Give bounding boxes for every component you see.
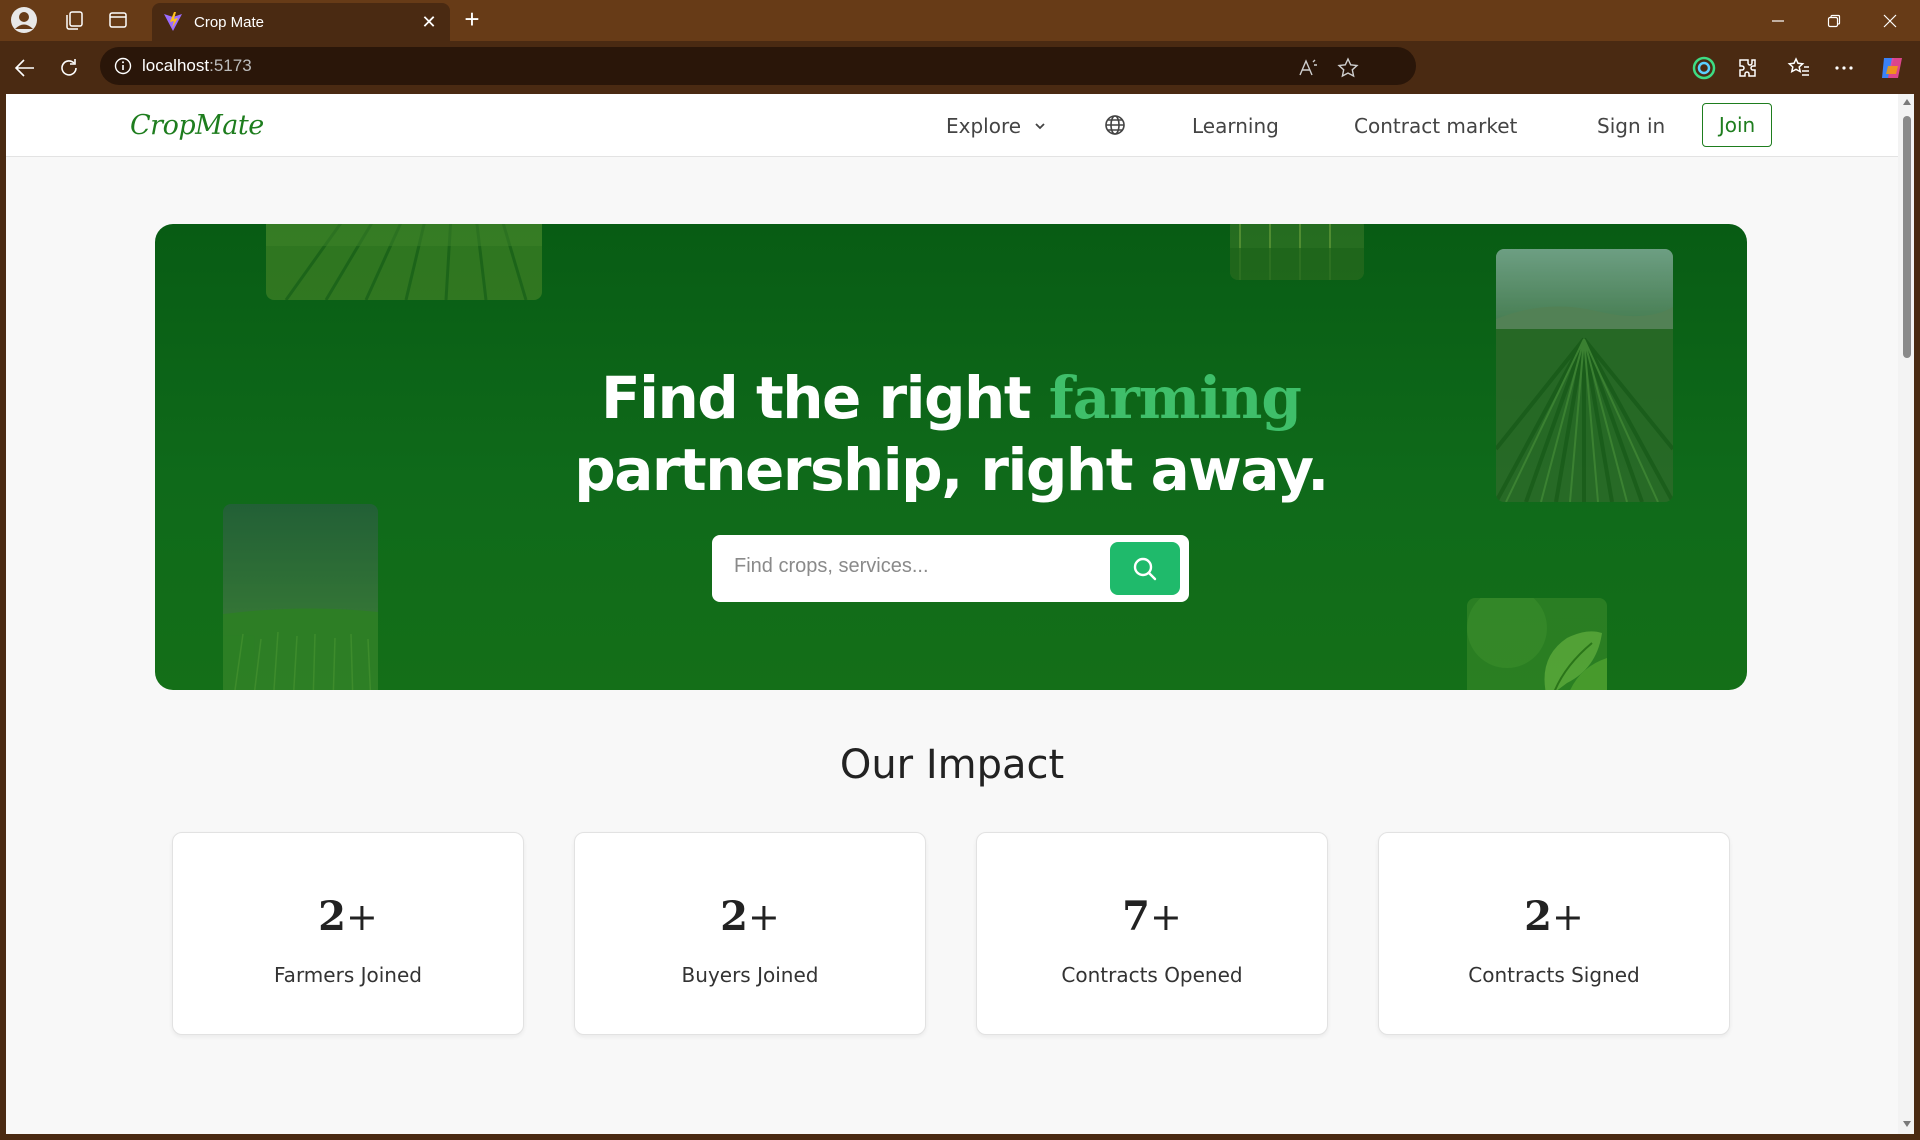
hero-leaf-image bbox=[1467, 598, 1607, 690]
minimize-icon[interactable] bbox=[1750, 0, 1806, 41]
extensions-puzzle-icon[interactable] bbox=[1734, 54, 1762, 82]
impact-heading: Our Impact bbox=[839, 742, 1065, 788]
new-tab-icon[interactable]: + bbox=[458, 6, 486, 34]
browser-toolbar: localhost:5173 bbox=[0, 41, 1920, 94]
vite-favicon-icon bbox=[164, 12, 182, 31]
vertical-tabs-icon[interactable] bbox=[104, 6, 132, 34]
impact-label: Contracts Signed bbox=[1468, 963, 1640, 987]
reload-icon[interactable] bbox=[54, 53, 84, 83]
nav-learning-link[interactable]: Learning bbox=[1192, 114, 1279, 138]
address-bar[interactable]: localhost:5173 bbox=[100, 47, 1416, 85]
hero-greenhouse-image bbox=[1230, 224, 1364, 280]
back-icon[interactable] bbox=[10, 53, 40, 83]
hero-title-accent: farming bbox=[1048, 364, 1302, 432]
hero-field-image-top-left bbox=[266, 224, 542, 300]
impact-label: Buyers Joined bbox=[681, 963, 819, 987]
impact-value: 2+ bbox=[720, 893, 780, 940]
scrollbar-thumb[interactable] bbox=[1903, 116, 1911, 358]
favorite-star-icon[interactable] bbox=[1336, 56, 1360, 80]
site-logo[interactable]: CropMate bbox=[130, 110, 264, 141]
hero-title-line1: Find the right farming bbox=[155, 364, 1747, 432]
restore-icon[interactable] bbox=[1806, 0, 1862, 41]
impact-value: 2+ bbox=[318, 893, 378, 940]
hero-banner: Find the right farming partnership, righ… bbox=[155, 224, 1747, 690]
window-frame-bottom bbox=[0, 1134, 1920, 1140]
read-aloud-icon[interactable] bbox=[1296, 56, 1320, 80]
hero-search-input[interactable] bbox=[734, 555, 1094, 578]
workspaces-icon[interactable] bbox=[60, 6, 88, 34]
nav-explore-label: Explore bbox=[946, 114, 1022, 138]
copilot-icon[interactable] bbox=[1878, 54, 1906, 82]
scroll-up-arrow-icon[interactable] bbox=[1901, 98, 1913, 108]
impact-card-buyers: 2+ Buyers Joined bbox=[574, 832, 926, 1035]
scroll-down-arrow-icon[interactable] bbox=[1901, 1120, 1913, 1130]
site-info-icon[interactable] bbox=[114, 57, 132, 75]
extension-circle-icon[interactable] bbox=[1690, 54, 1718, 82]
search-icon bbox=[1133, 557, 1157, 580]
impact-value: 7+ bbox=[1122, 893, 1182, 940]
impact-label: Contracts Opened bbox=[1061, 963, 1243, 987]
hero-search-button[interactable] bbox=[1110, 542, 1180, 595]
favorites-list-icon[interactable] bbox=[1785, 54, 1813, 82]
join-button[interactable]: Join bbox=[1702, 103, 1772, 147]
profile-avatar-icon[interactable] bbox=[10, 6, 38, 34]
hero-search-box bbox=[712, 535, 1189, 602]
tab-title: Crop Mate bbox=[194, 13, 265, 31]
impact-card-contracts-opened: 7+ Contracts Opened bbox=[976, 832, 1328, 1035]
close-window-icon[interactable] bbox=[1862, 0, 1918, 41]
page-viewport: CropMate Explore Learning Contract marke… bbox=[6, 94, 1898, 1134]
tab-close-icon[interactable]: ✕ bbox=[418, 12, 440, 33]
window-frame-right bbox=[1914, 94, 1920, 1140]
site-navbar: CropMate Explore Learning Contract marke… bbox=[6, 94, 1898, 157]
impact-card-contracts-signed: 2+ Contracts Signed bbox=[1378, 832, 1730, 1035]
nav-explore-dropdown[interactable]: Explore bbox=[946, 114, 1047, 138]
impact-card-farmers: 2+ Farmers Joined bbox=[172, 832, 524, 1035]
impact-label: Farmers Joined bbox=[274, 963, 422, 987]
nav-sign-in-link[interactable]: Sign in bbox=[1597, 114, 1665, 138]
chevron-down-icon bbox=[1035, 123, 1045, 130]
address-port: :5173 bbox=[209, 56, 252, 75]
language-globe-icon[interactable] bbox=[1102, 112, 1128, 138]
more-menu-icon[interactable] bbox=[1830, 54, 1858, 82]
nav-contract-market-link[interactable]: Contract market bbox=[1354, 114, 1517, 138]
address-host: localhost bbox=[142, 56, 210, 75]
browser-title-bar: Crop Mate ✕ + bbox=[0, 0, 1920, 41]
hero-title-line2: partnership, right away. bbox=[574, 436, 1329, 504]
page-scrollbar[interactable] bbox=[1898, 94, 1914, 1134]
impact-value: 2+ bbox=[1524, 893, 1584, 940]
hero-title-part1: Find the right bbox=[601, 364, 1049, 432]
hero-sunset-field-image bbox=[223, 504, 378, 690]
browser-tab-active[interactable]: Crop Mate ✕ bbox=[152, 3, 450, 41]
